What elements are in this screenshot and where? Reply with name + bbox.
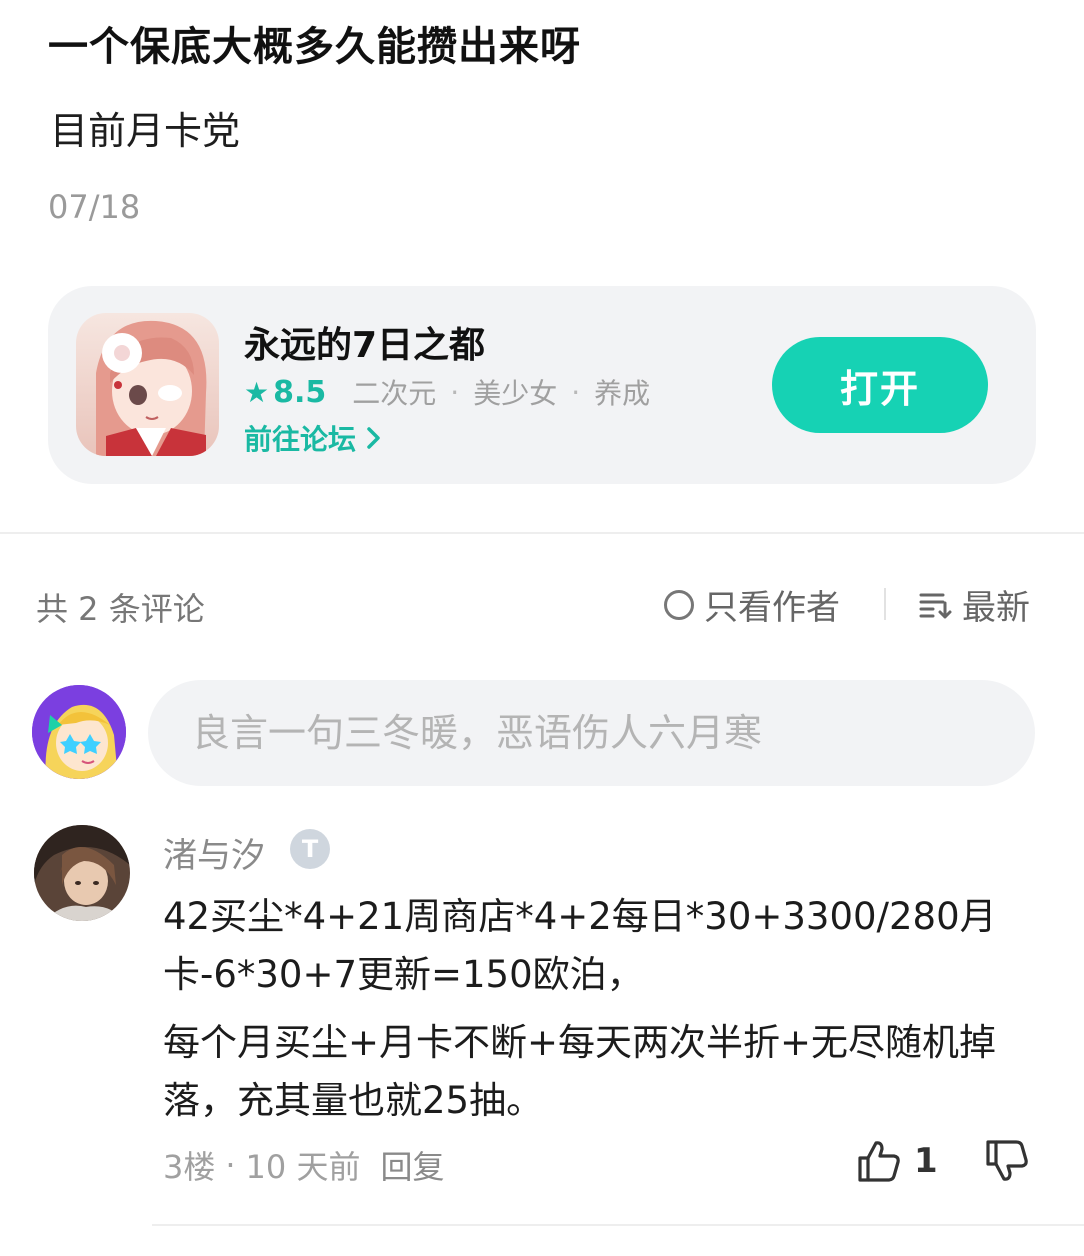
post-date: 07/18 [48,188,141,226]
author-only-label: 只看作者 [704,588,840,628]
sort-button[interactable]: 最新 [918,580,1030,629]
comments-count: 共 2 条评论 [36,590,205,628]
dislike-button[interactable] [984,1138,1030,1188]
game-tag: 二次元 [352,377,437,410]
like-button[interactable]: 1 [856,1138,938,1184]
game-card[interactable]: 永远的7日之都 ★ 8.5 二次元 · 美少女 · 养成 前往论坛 打开 [48,286,1036,484]
author-only-toggle[interactable]: 只看作者 [664,580,840,629]
header-separator [884,588,886,620]
radio-icon [664,589,694,620]
forum-link[interactable]: 前往论坛 [244,418,384,458]
chevron-right-icon [367,427,380,449]
post-body: 目前月卡党 [50,109,241,153]
like-count: 1 [914,1141,938,1181]
comment-floor: 3楼 [163,1148,216,1186]
meta-separator: · [225,1146,236,1184]
comment-meta: 3楼 · 10 天前 回复 [163,1142,444,1188]
sort-label: 最新 [962,588,1030,628]
game-tag: 美少女 [473,377,558,410]
forum-link-label: 前往论坛 [244,423,357,456]
comment-divider [152,1224,1084,1226]
comment-text: 42买尘*4+21周商店*4+2每日*30+3300/280月卡-6*30+7更… [163,895,997,996]
tag-separator: · [571,375,581,409]
game-rating-value: 8.5 [273,374,327,410]
reply-button[interactable]: 回复 [380,1142,444,1188]
avatar[interactable] [34,825,130,921]
star-icon: ★ [244,375,270,409]
comment-text: 每个月买尘+月卡不断+每天两次半折+无尽随机掉落，充其量也就25抽。 [163,1021,997,1122]
game-icon[interactable] [76,313,219,456]
game-name: 永远的7日之都 [244,325,486,366]
thumbs-down-icon [986,1140,1028,1181]
comment-username[interactable]: 渚与汐 [163,828,265,877]
comment-input[interactable] [148,680,1035,786]
thumbs-up-icon [858,1141,900,1182]
game-meta: ★ 8.5 二次元 · 美少女 · 养成 [244,372,650,412]
avatar[interactable] [32,685,126,779]
tag-separator: · [450,375,460,409]
comment-time: 10 天前 [245,1148,361,1186]
open-game-button[interactable]: 打开 [772,337,988,433]
post-title: 一个保底大概多久能攒出来呀 [48,24,581,70]
game-tag: 养成 [594,377,651,410]
level-badge: T [290,829,330,869]
game-rating: ★ 8.5 [244,375,326,410]
sort-icon [919,593,952,618]
section-divider [0,532,1084,534]
